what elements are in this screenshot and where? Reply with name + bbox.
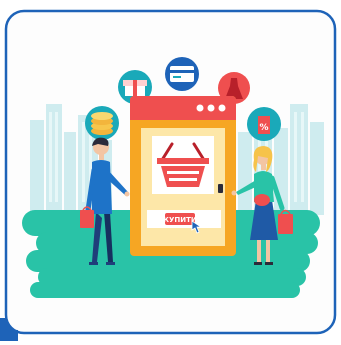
credit-card-icon: [165, 57, 199, 91]
online-shopping-illustration: % КУПИТИ: [0, 9, 337, 341]
discount-tag-icon: %: [247, 107, 281, 141]
illustration-card: % КУПИТИ: [0, 0, 341, 341]
shopping-basket-icon: [152, 136, 214, 194]
svg-text:%: %: [259, 123, 268, 133]
buy-button[interactable]: КУПИТИ: [147, 210, 221, 228]
coins-icon: [85, 106, 119, 140]
